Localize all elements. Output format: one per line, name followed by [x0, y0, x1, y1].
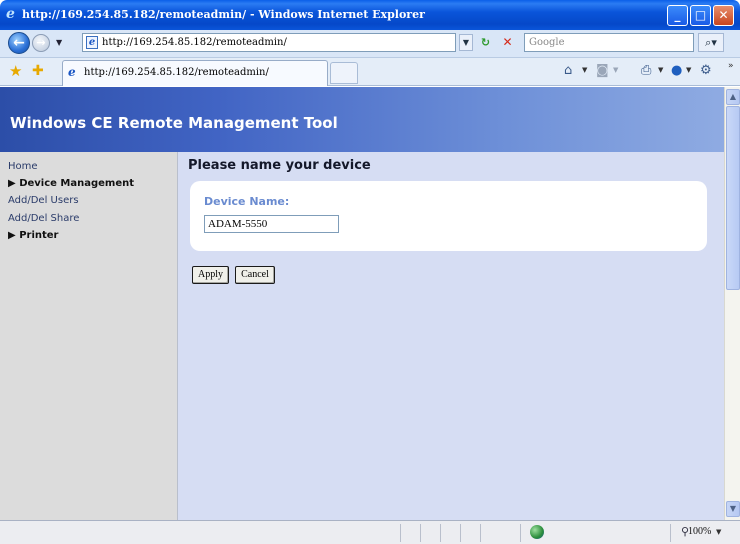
sidebar-item-add-del-users[interactable]: Add/Del Users [8, 194, 79, 207]
status-divider [670, 524, 671, 542]
window-title-bar[interactable]: e http://169.254.85.182/remoteadmin/ - W… [0, 0, 740, 30]
close-button[interactable]: ✕ [713, 5, 734, 26]
status-divider [520, 524, 521, 542]
zoom-level[interactable]: 100% [688, 526, 711, 538]
banner-title: Windows CE Remote Management Tool [10, 114, 338, 132]
internet-zone-icon[interactable] [530, 525, 544, 539]
sidebar-group-printer[interactable]: ▶ Printer [8, 229, 59, 242]
sidebar-item-add-del-share[interactable]: Add/Del Share [8, 212, 79, 225]
favorites-star-icon[interactable]: ★ [9, 62, 22, 80]
apply-button[interactable]: Apply [192, 266, 229, 284]
sidebar-group-device-management[interactable]: ▶ Device Management [8, 177, 134, 190]
tab-label: http://169.254.85.182/remoteadmin/ [84, 67, 269, 78]
search-input[interactable]: Google [524, 33, 694, 52]
feeds-icon[interactable]: ◙ [596, 63, 609, 79]
stop-icon[interactable]: ✕ [499, 34, 516, 51]
scroll-up-icon[interactable]: ▲ [726, 89, 740, 105]
ie-logo-icon: e [6, 6, 15, 22]
forward-arrow-icon[interactable]: → [32, 34, 50, 52]
zoom-dropdown-icon[interactable]: ▼ [716, 528, 721, 536]
minimize-button[interactable]: _ [667, 5, 688, 26]
print-dropdown-icon[interactable]: ▼ [658, 66, 663, 74]
home-icon[interactable]: ⌂ [564, 63, 572, 79]
device-name-label: Device Name: [204, 195, 290, 208]
window-title: http://169.254.85.182/remoteadmin/ - Win… [22, 8, 425, 21]
sidebar-group-label: Device Management [19, 178, 135, 189]
page-title: Please name your device [188, 158, 371, 173]
home-dropdown-icon[interactable]: ▼ [582, 66, 587, 74]
help-icon[interactable]: ● [671, 63, 682, 79]
triangle-right-icon: ▶ [8, 230, 16, 241]
back-arrow-icon[interactable]: ← [8, 32, 30, 54]
sidebar-item-home[interactable]: Home [8, 160, 38, 173]
page-icon: e [86, 36, 98, 49]
scroll-down-icon[interactable]: ▼ [726, 501, 740, 517]
triangle-right-icon: ▶ [8, 178, 16, 189]
ie-page-icon: e [68, 65, 76, 79]
recent-pages-dropdown-icon[interactable]: ▼ [56, 38, 62, 47]
status-divider [440, 524, 441, 542]
page-viewport: Windows CE Remote Management Tool Home ▶… [0, 87, 724, 520]
tools-icon[interactable]: ⚙ [700, 63, 712, 79]
device-name-card: Device Name: ADAM-5550 [190, 181, 707, 251]
status-bar: ⚲ 100% ▼ [0, 520, 740, 544]
print-icon[interactable]: ⎙ [641, 63, 651, 79]
maximize-button[interactable]: □ [690, 5, 711, 26]
status-divider [480, 524, 481, 542]
address-url: http://169.254.85.182/remoteadmin/ [102, 37, 287, 48]
vertical-scrollbar[interactable]: ▲ ▼ [724, 87, 740, 520]
scroll-thumb[interactable] [726, 106, 740, 290]
status-divider [460, 524, 461, 542]
device-name-field[interactable]: ADAM-5550 [204, 215, 339, 233]
page-banner: Windows CE Remote Management Tool [0, 87, 724, 152]
tab-current-page[interactable]: e http://169.254.85.182/remoteadmin/ [62, 60, 328, 86]
status-divider [420, 524, 421, 542]
add-favorites-icon[interactable]: ✚ [32, 62, 44, 80]
address-input[interactable]: e http://169.254.85.182/remoteadmin/ [82, 33, 456, 52]
chevron-more-icon[interactable]: » [728, 61, 734, 71]
status-divider [400, 524, 401, 542]
help-dropdown-icon[interactable]: ▼ [686, 66, 691, 74]
search-icon[interactable]: ⌕▾ [698, 33, 724, 52]
cancel-button[interactable]: Cancel [235, 266, 275, 284]
new-tab-button[interactable] [330, 62, 358, 84]
sidebar-nav: Home ▶ Device Management Add/Del Users A… [0, 152, 178, 520]
address-dropdown-icon[interactable]: ▼ [459, 34, 473, 51]
refresh-icon[interactable]: ↻ [477, 34, 494, 51]
sidebar-group-label: Printer [19, 230, 59, 241]
feeds-dropdown-icon[interactable]: ▼ [613, 66, 618, 74]
